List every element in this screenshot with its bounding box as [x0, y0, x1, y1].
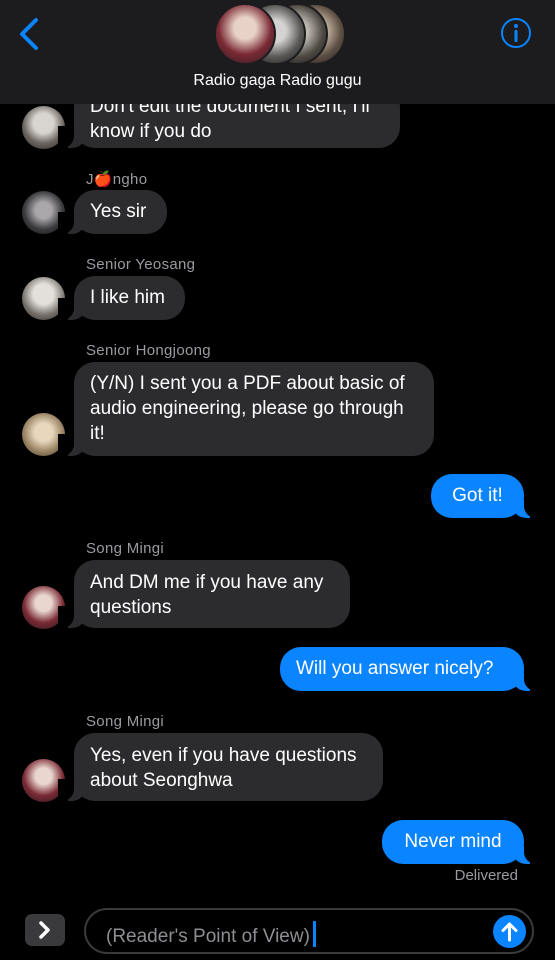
- sender-name: Senior Hongjoong: [86, 342, 211, 359]
- incoming-message-bubble[interactable]: (Y/N) I sent you a PDF about basic of au…: [58, 362, 434, 456]
- incoming-message-bubble[interactable]: I like him: [58, 276, 185, 320]
- incoming-message-bubble[interactable]: Yes sir: [58, 190, 167, 234]
- outgoing-message-bubble[interactable]: Got it!: [431, 474, 540, 518]
- message-text: And DM me if you have any questions: [90, 572, 324, 618]
- send-button[interactable]: [493, 915, 526, 948]
- message-text: Got it!: [452, 485, 503, 506]
- message-text: Yes sir: [90, 201, 147, 222]
- message-composer: (Reader's Point of View): [0, 900, 555, 960]
- chevron-right-icon: [39, 921, 50, 939]
- outgoing-message-bubble[interactable]: Never mind: [382, 820, 540, 864]
- apps-button[interactable]: [25, 914, 65, 946]
- delivered-status: Delivered: [454, 867, 518, 884]
- incoming-message-bubble[interactable]: Yes, even if you have questions about Se…: [58, 733, 383, 801]
- chevron-left-icon: [20, 18, 38, 50]
- incoming-message-bubble[interactable]: And DM me if you have any questions: [58, 560, 350, 628]
- message-input-text: (Reader's Point of View): [106, 926, 310, 947]
- conversation-title[interactable]: Radio gaga Radio gugu: [0, 72, 555, 90]
- sender-name: Song Mingi: [86, 540, 165, 557]
- message-text-line-2: know if you do: [90, 121, 212, 142]
- outgoing-message-bubble[interactable]: Will you answer nicely?: [280, 647, 540, 691]
- message-text: Never mind: [404, 831, 502, 852]
- message-text: (Y/N) I sent you a PDF about basic of au…: [90, 373, 405, 444]
- back-button[interactable]: [14, 16, 46, 52]
- info-icon: [501, 18, 531, 48]
- text-caret: [312, 921, 316, 947]
- message-input[interactable]: (Reader's Point of View): [84, 908, 534, 954]
- info-button[interactable]: [500, 17, 532, 49]
- message-text: Will you answer nicely?: [296, 658, 494, 679]
- sender-name: Senior Yeosang: [86, 256, 196, 273]
- conversation-header: Radio gaga Radio gugu: [0, 0, 555, 104]
- sender-name: J🍎ngho: [86, 171, 148, 188]
- avatar: [214, 3, 276, 65]
- message-text: I like him: [90, 287, 165, 308]
- group-avatar-stack[interactable]: [214, 3, 346, 65]
- sender-name: Song Mingi: [86, 713, 165, 730]
- message-text: Yes, even if you have questions about Se…: [90, 745, 357, 791]
- arrow-up-icon: [501, 922, 518, 942]
